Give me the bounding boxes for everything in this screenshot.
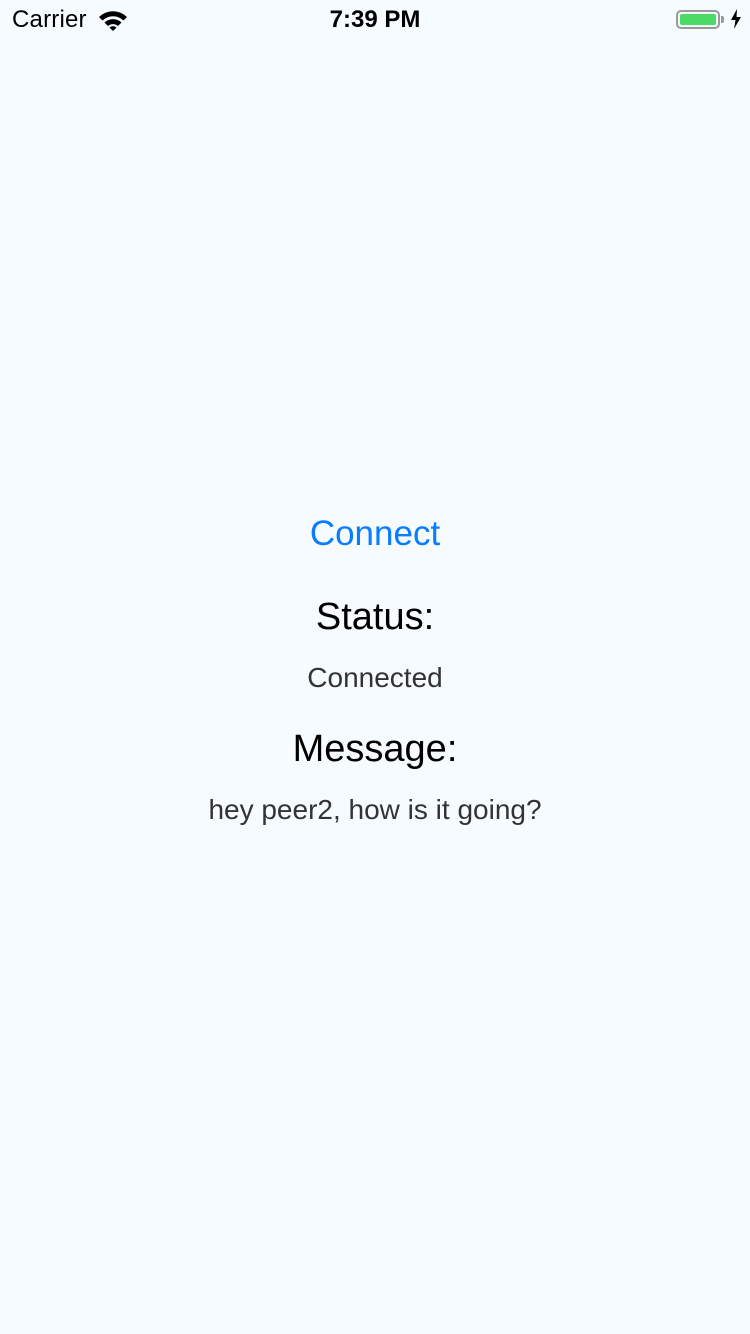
charging-bolt-icon — [731, 9, 741, 29]
message-value: hey peer2, how is it going? — [208, 794, 542, 825]
connect-button[interactable]: Connect — [0, 514, 750, 554]
battery-fill — [680, 13, 716, 25]
battery-nub — [721, 15, 724, 23]
battery-icon — [676, 9, 720, 29]
status-value: Connected — [307, 662, 443, 693]
status-bar: Carrier 7:39 PM — [0, 0, 750, 40]
status-heading: Status: — [315, 596, 435, 638]
status-time: 7:39 PM — [329, 6, 421, 33]
battery-indicator — [676, 9, 742, 29]
message-heading: Message: — [292, 728, 458, 770]
